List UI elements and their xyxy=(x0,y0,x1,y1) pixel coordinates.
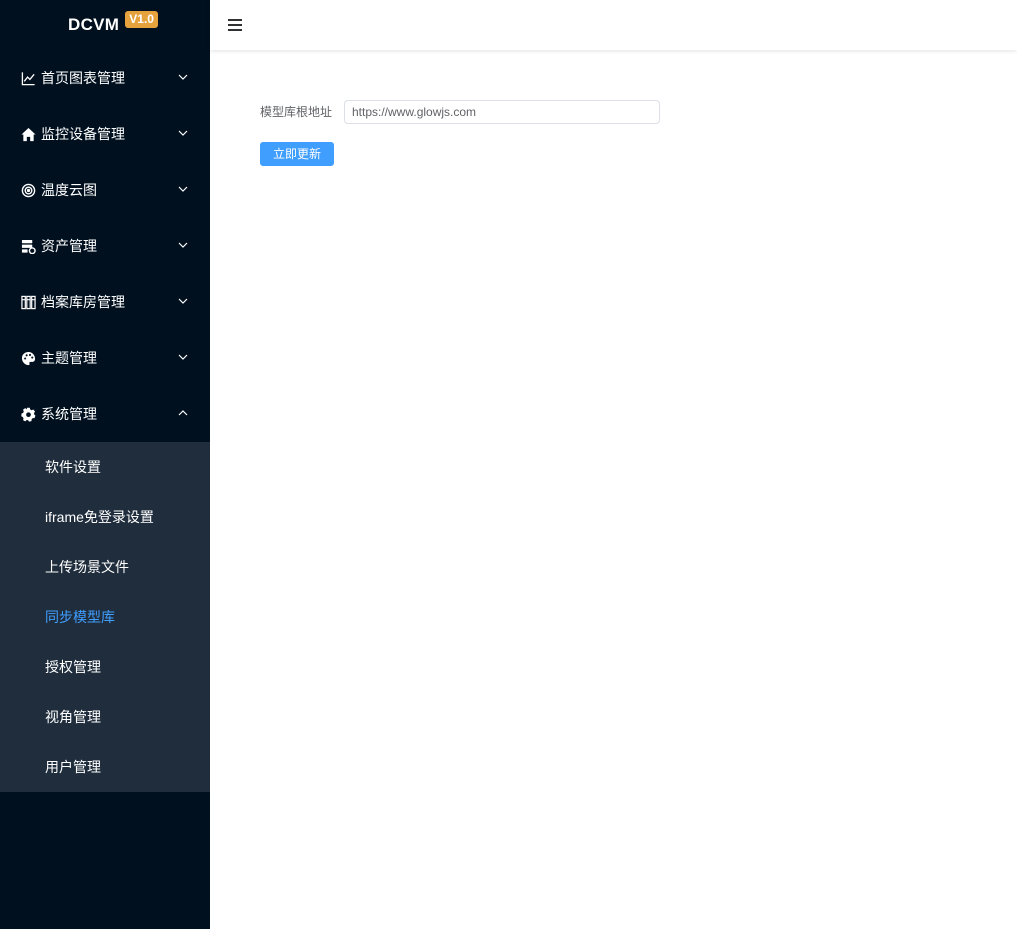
version-badge: V1.0 xyxy=(125,10,158,28)
submenu-item-sync-model-library[interactable]: 同步模型库 xyxy=(0,592,210,642)
home-icon xyxy=(20,126,36,142)
sidebar-item-label: 主题管理 xyxy=(41,350,97,366)
sidebar-menu: 首页图表管理 监控设备管理 温度云图 资产管理 档案库房管理 主题管理 系统管理… xyxy=(0,50,210,792)
chevron-down-icon xyxy=(178,240,190,252)
server-settings-icon xyxy=(20,238,36,254)
top-header xyxy=(210,0,1017,50)
form-row-model-library-url: 模型库根地址 xyxy=(260,100,660,124)
gear-icon xyxy=(20,406,36,422)
sidebar-item-asset-management[interactable]: 资产管理 xyxy=(0,218,210,274)
sidebar: DCVM V1.0 首页图表管理 监控设备管理 温度云图 资产管理 档案库房管理… xyxy=(0,0,210,929)
submenu-item-software-settings[interactable]: 软件设置 xyxy=(0,442,210,492)
submenu-item-license-management[interactable]: 授权管理 xyxy=(0,642,210,692)
chevron-up-icon xyxy=(178,408,190,420)
chevron-down-icon xyxy=(178,72,190,84)
sidebar-item-theme-management[interactable]: 主题管理 xyxy=(0,330,210,386)
sidebar-item-homepage-charts[interactable]: 首页图表管理 xyxy=(0,50,210,106)
model-library-url-label: 模型库根地址 xyxy=(260,105,333,119)
sidebar-item-label: 档案库房管理 xyxy=(41,294,125,310)
model-library-url-input[interactable] xyxy=(344,100,660,124)
sidebar-item-temperature-cloud[interactable]: 温度云图 xyxy=(0,162,210,218)
sidebar-item-label: 首页图表管理 xyxy=(41,70,125,86)
chevron-down-icon xyxy=(178,128,190,140)
sidebar-item-label: 系统管理 xyxy=(41,406,97,422)
line-chart-icon xyxy=(20,70,36,86)
archive-shelf-icon xyxy=(20,294,36,310)
system-submenu: 软件设置 iframe免登录设置 上传场景文件 同步模型库 授权管理 视角管理 … xyxy=(0,442,210,792)
target-icon xyxy=(20,182,36,198)
logo[interactable]: DCVM V1.0 xyxy=(0,0,210,50)
update-now-button[interactable]: 立即更新 xyxy=(260,142,335,166)
sidebar-item-label: 温度云图 xyxy=(41,182,97,198)
sidebar-item-label: 监控设备管理 xyxy=(41,126,125,142)
sidebar-item-monitoring-devices[interactable]: 监控设备管理 xyxy=(0,106,210,162)
logo-text: DCVM xyxy=(68,15,120,34)
sidebar-item-system-management[interactable]: 系统管理 xyxy=(0,386,210,442)
submenu-item-upload-scene-file[interactable]: 上传场景文件 xyxy=(0,542,210,592)
main-content: 模型库根地址 立即更新 xyxy=(210,50,1017,929)
submenu-item-user-management[interactable]: 用户管理 xyxy=(0,742,210,792)
sidebar-item-archive-storage[interactable]: 档案库房管理 xyxy=(0,274,210,330)
hamburger-icon[interactable] xyxy=(227,18,243,32)
palette-icon xyxy=(20,350,36,366)
chevron-down-icon xyxy=(178,184,190,196)
chevron-down-icon xyxy=(178,352,190,364)
submenu-item-view-angle-management[interactable]: 视角管理 xyxy=(0,692,210,742)
sidebar-item-label: 资产管理 xyxy=(41,238,97,254)
submenu-item-iframe-login-free[interactable]: iframe免登录设置 xyxy=(0,492,210,542)
chevron-down-icon xyxy=(178,296,190,308)
